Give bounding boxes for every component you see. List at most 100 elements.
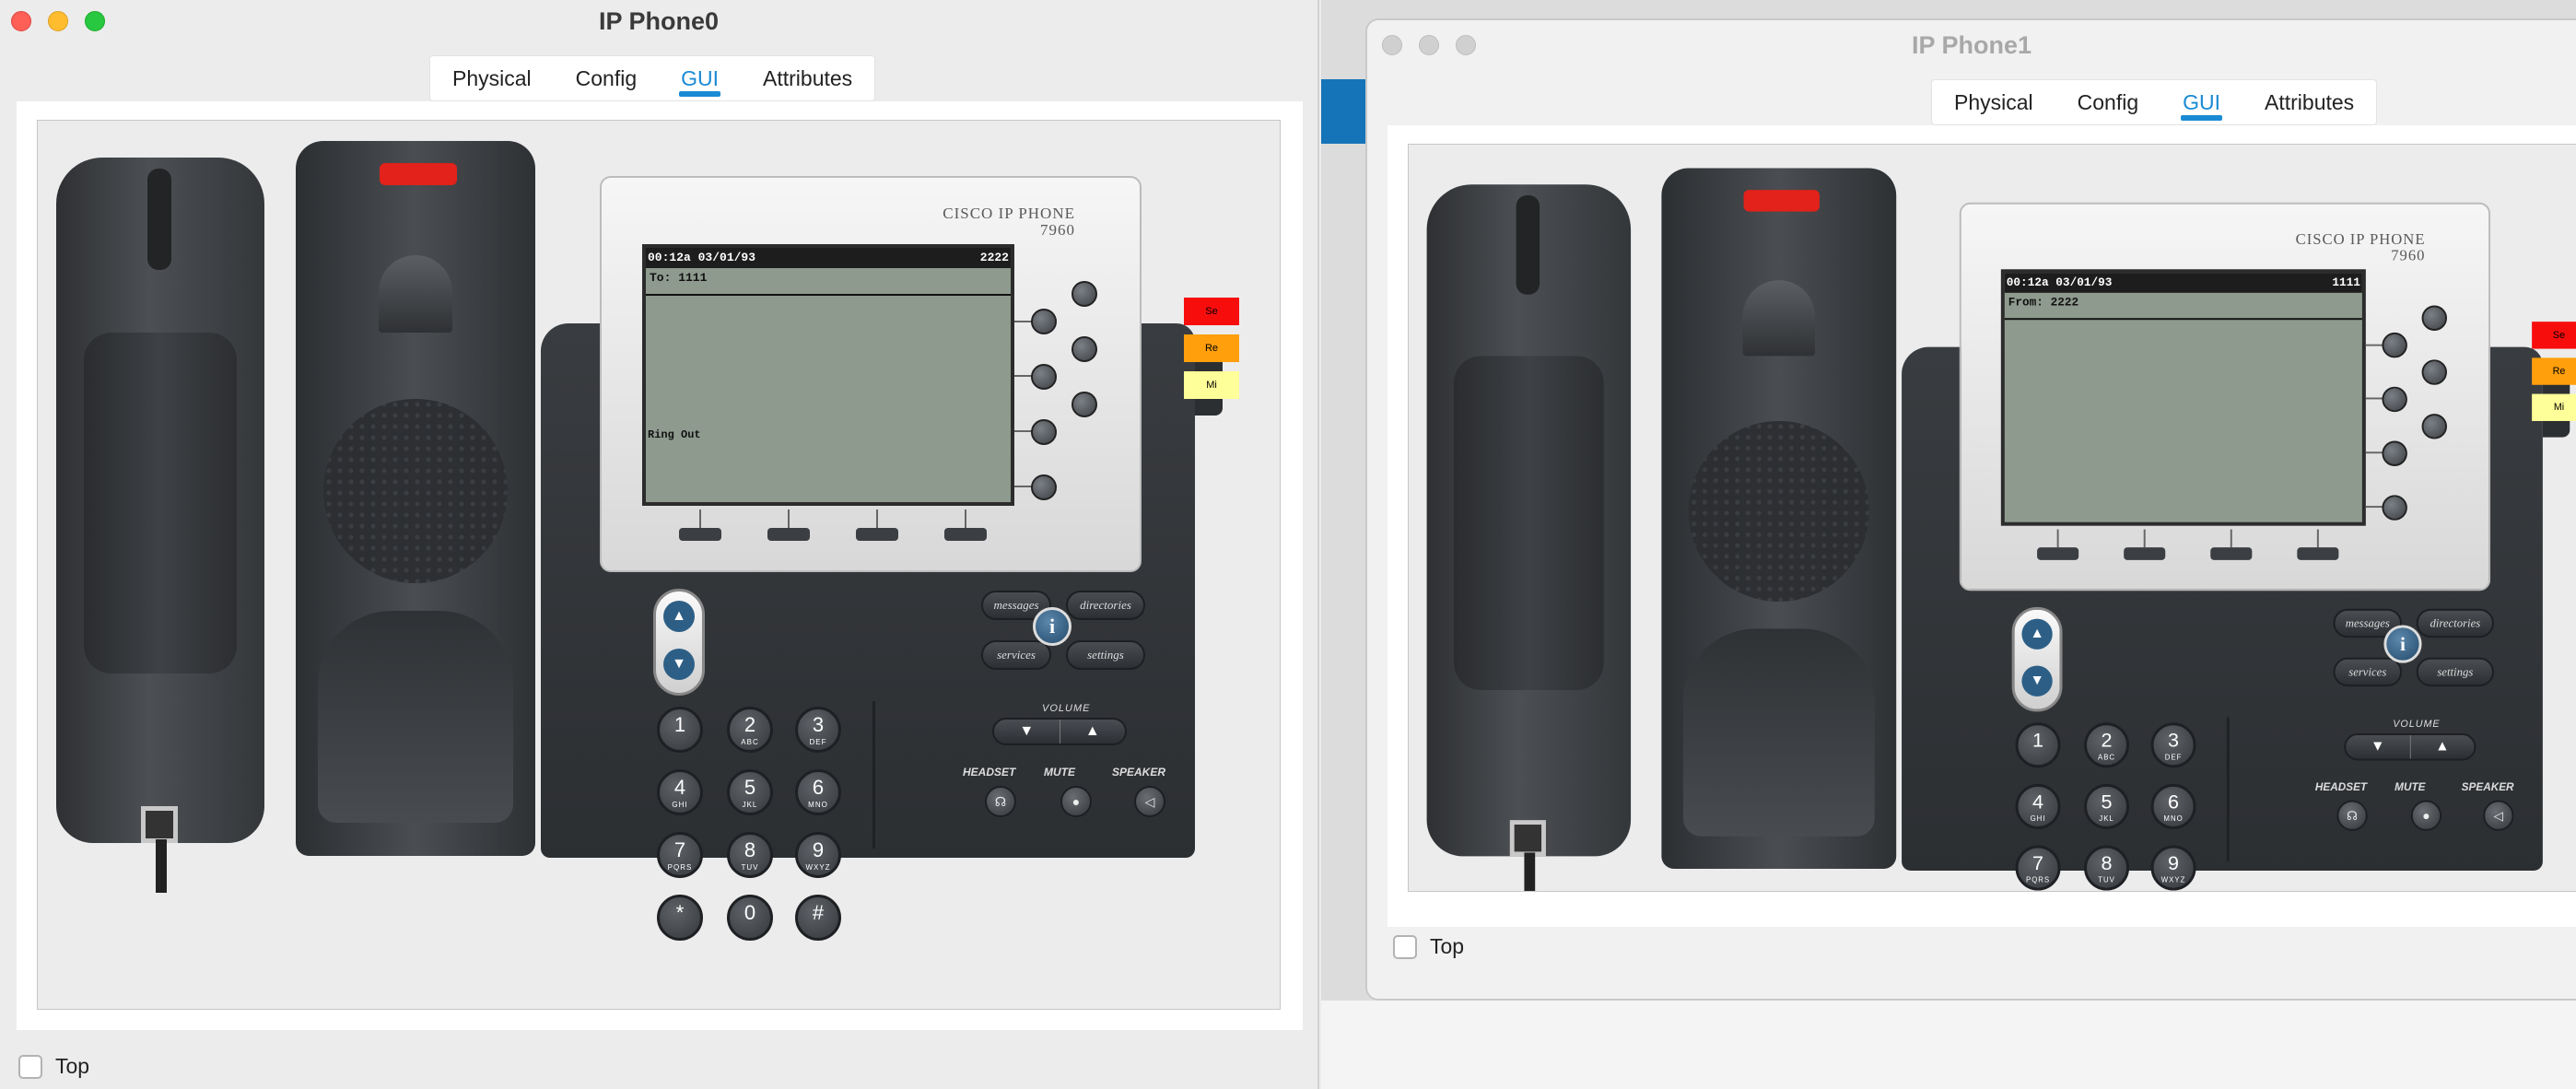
line-key-3[interactable]	[1031, 364, 1057, 390]
tab-physical[interactable]: Physical	[1932, 80, 2055, 124]
directories-button[interactable]: directories	[2416, 608, 2494, 638]
softkey-4[interactable]	[944, 528, 987, 541]
handset[interactable]	[56, 158, 264, 843]
line-key-4[interactable]	[1071, 336, 1097, 362]
softkey-stem	[2056, 529, 2059, 548]
keypad-key-2[interactable]: 2 ABC	[727, 707, 773, 753]
top-checkbox[interactable]	[1393, 934, 1417, 959]
line-key-4[interactable]	[2421, 359, 2447, 385]
gui-panel: CISCO IP PHONE 7960 00:12a 03/01/93 1111…	[1388, 125, 2576, 927]
line-key-1[interactable]	[2382, 332, 2407, 358]
line-key-2[interactable]	[1071, 281, 1097, 307]
volume-up-icon[interactable]: ▲	[1060, 720, 1126, 744]
line-key-1[interactable]	[1031, 309, 1057, 334]
nav-down-arrow-icon[interactable]: ▼	[663, 649, 695, 680]
keypad-key-9[interactable]: 9 WXYZ	[2150, 845, 2196, 891]
tab-config[interactable]: Config	[2055, 80, 2160, 124]
mute-icon[interactable]: ●	[1060, 786, 1092, 817]
softkey-stem	[2143, 529, 2146, 548]
softkey-4[interactable]	[2297, 547, 2339, 560]
keypad-key-9[interactable]: 9 WXYZ	[795, 832, 841, 878]
speaker-icon[interactable]: ◁	[1134, 786, 1165, 817]
keypad-key-3[interactable]: 3 DEF	[795, 707, 841, 753]
nav-up-arrow-icon[interactable]: ▲	[2021, 618, 2053, 650]
line-button-3[interactable]: Mi	[2532, 393, 2576, 421]
info-button[interactable]: i	[1033, 607, 1071, 646]
line-button-3[interactable]: Mi	[1184, 371, 1239, 399]
volume-down-icon[interactable]: ▼	[994, 720, 1060, 744]
line-key-3[interactable]	[2382, 386, 2407, 413]
handset[interactable]	[1426, 184, 1632, 857]
services-button[interactable]: services	[981, 640, 1051, 670]
tab-config[interactable]: Config	[554, 56, 659, 100]
title-bar[interactable]: IP Phone0	[0, 0, 1317, 42]
line-button-1[interactable]: Se	[2532, 322, 2576, 349]
line-key-5[interactable]	[1031, 419, 1057, 445]
softkey-1[interactable]	[679, 528, 721, 541]
tab-attributes[interactable]: Attributes	[2242, 80, 2376, 124]
lcd-extension: 2222	[979, 251, 1009, 264]
line-key-2[interactable]	[2421, 305, 2447, 331]
line-button-2[interactable]: Re	[2532, 357, 2576, 385]
navigation-rocker: ▲ ▼	[2011, 606, 2063, 712]
volume-up-icon[interactable]: ▲	[2410, 735, 2474, 758]
softkey-2[interactable]	[767, 528, 810, 541]
tab-attributes[interactable]: Attributes	[741, 56, 874, 100]
line-button-2[interactable]: Re	[1184, 334, 1239, 362]
keypad-key-6[interactable]: 6 MNO	[795, 769, 841, 815]
keypad-key-2[interactable]: 2 ABC	[2084, 722, 2130, 768]
keypad-key-7[interactable]: 7 PQRS	[2015, 845, 2061, 891]
speaker-icon[interactable]: ◁	[2483, 800, 2514, 831]
keypad-key-3[interactable]: 3 DEF	[2150, 722, 2196, 768]
keypad-key-1[interactable]: 1	[2015, 722, 2061, 768]
nav-down-arrow-icon[interactable]: ▼	[2021, 665, 2053, 697]
volume-rocker: ▼ ▲	[2344, 733, 2476, 761]
keypad-key-5[interactable]: 5 JKL	[727, 769, 773, 815]
line-key-7[interactable]	[1031, 474, 1057, 500]
softkey-3[interactable]	[856, 528, 898, 541]
keypad-key-pound[interactable]: #	[795, 895, 841, 941]
handset-cord-plug	[141, 806, 178, 843]
handset-cradle	[296, 141, 535, 856]
speaker-label: SPEAKER	[1112, 766, 1166, 779]
info-button[interactable]: i	[2383, 625, 2422, 663]
keypad-key-star[interactable]: *	[657, 895, 703, 941]
speaker-label: SPEAKER	[2461, 780, 2514, 793]
line-key-6[interactable]	[2421, 414, 2447, 439]
settings-button[interactable]: settings	[2416, 657, 2494, 687]
settings-button[interactable]: settings	[1066, 640, 1145, 670]
tab-gui[interactable]: GUI	[659, 56, 741, 100]
phone-canvas: CISCO IP PHONE 7960 00:12a 03/01/93 1111…	[1408, 144, 2576, 892]
keypad-key-4[interactable]: 4 GHI	[657, 769, 703, 815]
nav-up-arrow-icon[interactable]: ▲	[663, 601, 695, 632]
keypad-key-8[interactable]: 8 TUV	[727, 832, 773, 878]
tab-physical[interactable]: Physical	[430, 56, 554, 100]
top-checkbox[interactable]	[18, 1054, 42, 1079]
volume-down-icon[interactable]: ▼	[2346, 735, 2411, 759]
line-button-1[interactable]: Se	[1184, 298, 1239, 325]
line-key-6[interactable]	[1071, 392, 1097, 417]
mute-icon[interactable]: ●	[2410, 800, 2442, 831]
services-button[interactable]: services	[2333, 657, 2402, 687]
keypad-key-1[interactable]: 1	[657, 707, 703, 753]
keypad-key-4[interactable]: 4 GHI	[2015, 783, 2061, 829]
headset-icon[interactable]: ☊	[985, 786, 1016, 817]
headset-icon[interactable]: ☊	[2336, 800, 2368, 831]
keypad-key-0[interactable]: 0	[727, 895, 773, 941]
key-digit: 7	[673, 838, 686, 861]
softkey-3[interactable]	[2210, 547, 2253, 560]
keypad-key-7[interactable]: 7 PQRS	[657, 832, 703, 878]
line-key-5[interactable]	[2382, 440, 2407, 466]
message-waiting-led	[380, 163, 457, 185]
softkey-1[interactable]	[2037, 547, 2079, 560]
keypad-key-5[interactable]: 5 JKL	[2084, 783, 2130, 829]
softkey-2[interactable]	[2124, 547, 2166, 560]
line-key-7[interactable]	[2382, 495, 2407, 521]
directories-button[interactable]: directories	[1066, 591, 1145, 620]
keypad-key-6[interactable]: 6 MNO	[2150, 783, 2196, 829]
title-bar[interactable]: IP Phone1	[1367, 20, 2576, 63]
hookswitch[interactable]	[379, 255, 452, 333]
hookswitch[interactable]	[1742, 280, 1815, 357]
keypad-key-8[interactable]: 8 TUV	[2084, 845, 2130, 891]
tab-gui[interactable]: GUI	[2160, 80, 2242, 124]
